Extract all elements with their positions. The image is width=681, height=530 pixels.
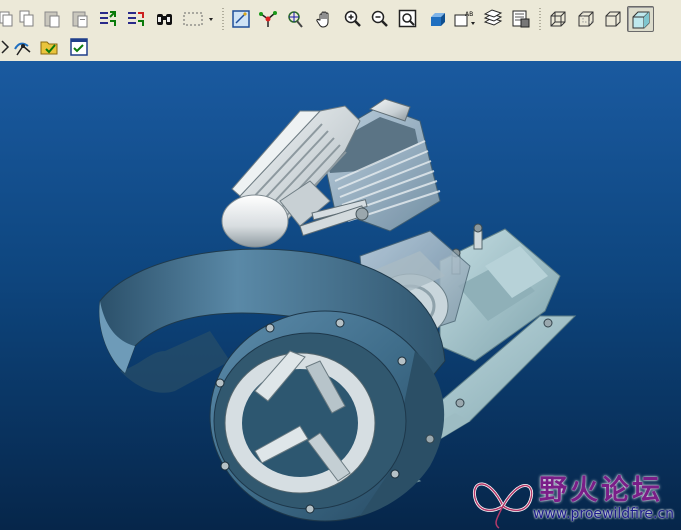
view-manager-icon[interactable]	[509, 7, 533, 31]
regenerate-icon[interactable]	[96, 7, 120, 31]
hidden-line-icon[interactable]	[574, 7, 598, 31]
folder-checked-icon[interactable]	[38, 35, 62, 59]
toolbar-row-1: AB	[0, 5, 681, 33]
forum-watermark: 野火论坛 www.proewildfire.cn	[469, 466, 681, 530]
shading-icon[interactable]	[627, 6, 654, 32]
model-viewport[interactable]: 野火论坛 www.proewildfire.cn	[0, 61, 681, 530]
repaint-icon[interactable]	[229, 7, 253, 31]
saved-views-icon[interactable]: AB	[451, 7, 481, 31]
selection-box-icon[interactable]	[180, 7, 220, 31]
zoom-in-icon[interactable]	[341, 7, 365, 31]
paste-special-icon[interactable]	[69, 7, 93, 31]
paste-icon[interactable]	[41, 7, 65, 31]
no-hidden-icon[interactable]	[601, 7, 625, 31]
spin-center-icon[interactable]	[256, 7, 280, 31]
pan-hand-icon[interactable]	[313, 7, 337, 31]
search-tool-icon[interactable]	[153, 7, 177, 31]
copy-icon[interactable]	[0, 7, 16, 31]
copy-icon[interactable]	[16, 7, 40, 31]
svg-text:AB: AB	[465, 11, 473, 18]
refit-icon[interactable]	[396, 7, 420, 31]
engine-assembly-model	[98, 98, 577, 522]
toolbar-row-2	[0, 35, 681, 63]
watermark-url: www.proewildfire.cn	[533, 506, 675, 522]
orient-mode-icon[interactable]	[284, 7, 308, 31]
watermark-title: 野火论坛	[539, 473, 664, 506]
layers-icon[interactable]	[481, 7, 505, 31]
toolbar-area: AB	[0, 0, 681, 61]
checklist-icon[interactable]	[67, 35, 91, 59]
toolbar-separator	[539, 8, 541, 30]
analysis-icon[interactable]	[11, 35, 35, 59]
toolbar-separator	[222, 8, 224, 30]
zoom-out-icon[interactable]	[368, 7, 392, 31]
wireframe-icon[interactable]	[546, 7, 570, 31]
regenerate-manager-icon[interactable]	[124, 7, 148, 31]
reorient-icon[interactable]	[425, 7, 449, 31]
butterfly-logo-icon	[472, 482, 534, 529]
